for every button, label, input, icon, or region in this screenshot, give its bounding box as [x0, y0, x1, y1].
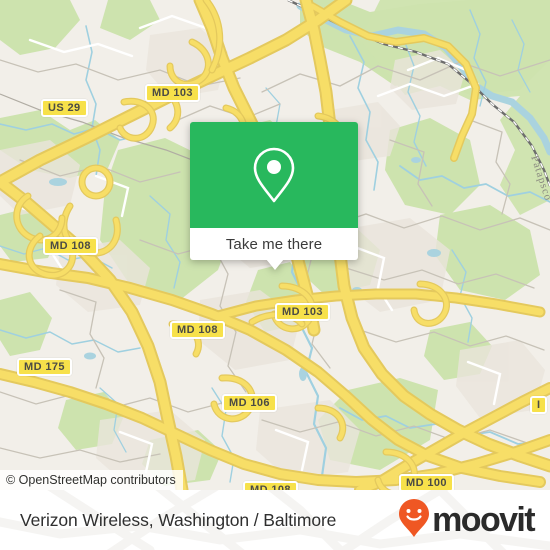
road-shield-md-108-south[interactable]: MD 108 — [243, 481, 298, 490]
moovit-smiley-pin-icon — [398, 498, 430, 543]
osm-attribution[interactable]: © OpenStreetMap contributors — [0, 470, 183, 490]
footer-bar: Verizon Wireless, Washington / Baltimore… — [0, 490, 550, 550]
road-shield-md-108-center[interactable]: MD 108 — [170, 321, 225, 339]
popup-pointer-tail — [266, 259, 284, 270]
road-shield-md-100[interactable]: MD 100 — [399, 474, 454, 490]
road-shield-us-29[interactable]: US 29 — [41, 99, 88, 117]
venue-title: Verizon Wireless, Washington / Baltimore — [20, 509, 337, 530]
footer-content: Verizon Wireless, Washington / Baltimore… — [0, 490, 550, 550]
road-shield-md-108-northwest[interactable]: MD 108 — [43, 237, 98, 255]
road-shield-md-103-center[interactable]: MD 103 — [275, 303, 330, 321]
place-popup-card[interactable]: Take me there — [190, 122, 358, 270]
take-me-there-button[interactable]: Take me there — [190, 228, 358, 260]
road-shield-md-103-top[interactable]: MD 103 — [145, 84, 200, 102]
road-shield-interstate-partial[interactable]: I — [530, 396, 548, 414]
moovit-logo[interactable]: moovit — [398, 498, 536, 543]
road-shield-md-175[interactable]: MD 175 — [17, 358, 72, 376]
popup-image-area — [190, 122, 358, 228]
map-screenshot-root: US 29 MD 103 MD 108 MD 108 MD 175 MD 103… — [0, 0, 550, 550]
moovit-wordmark: moovit — [432, 501, 535, 539]
map-pin-icon — [251, 146, 297, 204]
road-shield-md-106[interactable]: MD 106 — [222, 394, 277, 412]
